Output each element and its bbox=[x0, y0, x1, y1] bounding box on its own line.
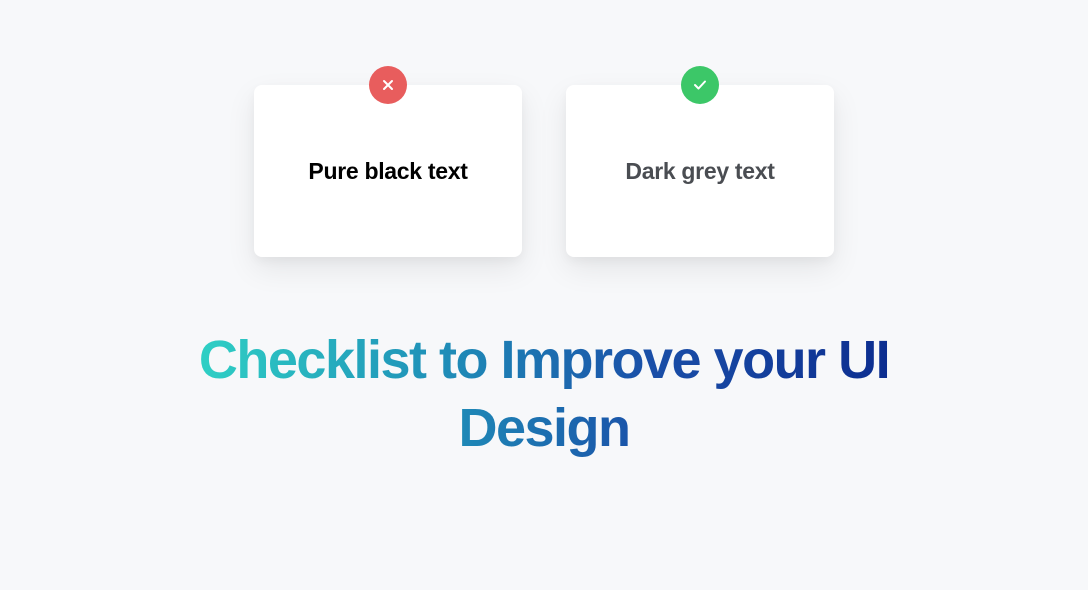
bad-example-text: Pure black text bbox=[308, 158, 467, 185]
good-example-card: Dark grey text bbox=[566, 85, 834, 257]
x-icon bbox=[369, 66, 407, 104]
page-headline: Checklist to Improve your UI Design bbox=[194, 327, 894, 462]
good-example-text: Dark grey text bbox=[625, 158, 774, 185]
bad-example-card: Pure black text bbox=[254, 85, 522, 257]
comparison-cards: Pure black text Dark grey text bbox=[254, 85, 834, 257]
check-icon bbox=[681, 66, 719, 104]
